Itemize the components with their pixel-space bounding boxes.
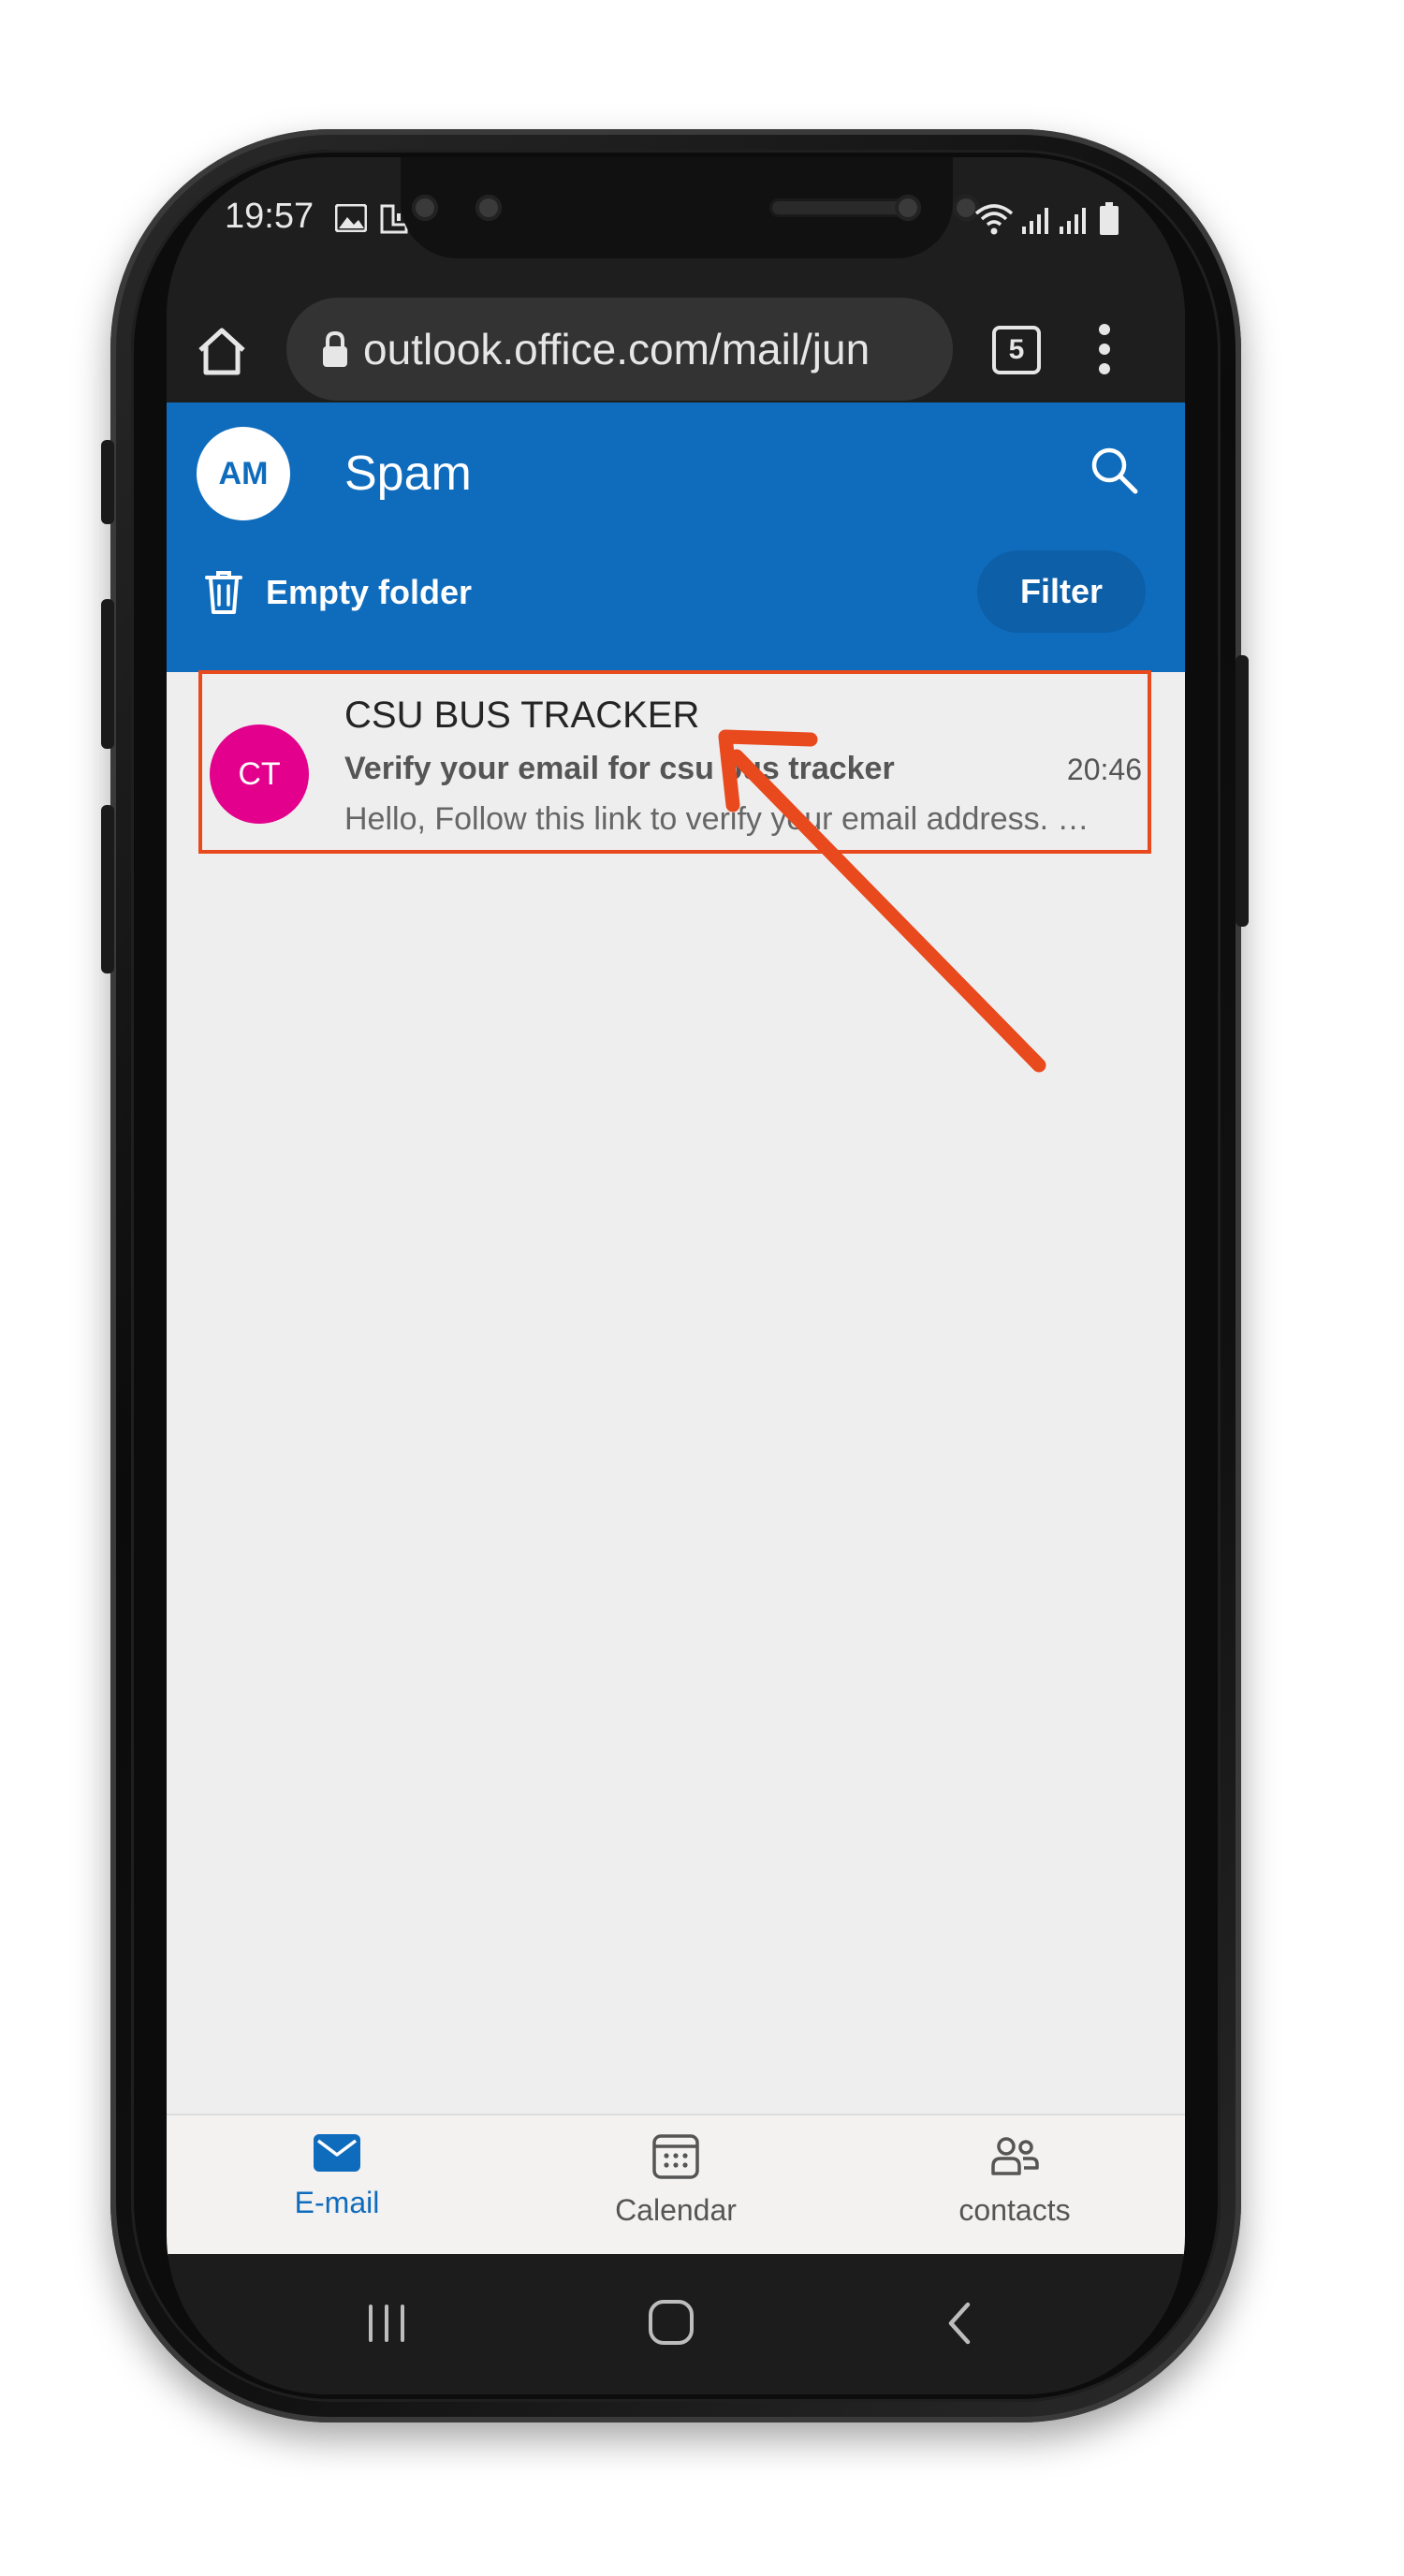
mail-icon: [314, 2134, 360, 2172]
message-sender: CSU BUS TRACKER: [344, 695, 700, 736]
signal-1-icon: [1022, 208, 1048, 234]
system-navigation-bar: [167, 2254, 1185, 2394]
phone-side-button: [101, 440, 114, 524]
message-time: 20:46: [1066, 753, 1142, 786]
battery-icon: [1100, 202, 1119, 235]
empty-folder-label: Empty folder: [266, 573, 473, 611]
calendar-icon: [652, 2134, 699, 2179]
recent-apps-icon[interactable]: [365, 2303, 408, 2344]
nav-label-calendar: Calendar: [615, 2193, 737, 2227]
camera-notch: [401, 157, 979, 258]
status-bar: 19:57: [167, 157, 1185, 277]
phone-volume-up: [101, 599, 114, 749]
mail-header: AM Spam Empty folder Filter: [167, 402, 1185, 672]
nav-tab-email[interactable]: E-mail: [225, 2132, 449, 2220]
nav-tab-calendar[interactable]: Calendar: [563, 2132, 788, 2228]
url-text: outlook.office.com/mail/jun: [363, 325, 870, 373]
signal-2-icon: [1060, 208, 1086, 234]
bottom-nav: E-mail Calendar contacts: [167, 2114, 1185, 2256]
message-item[interactable]: CT CSU BUS TRACKER Verify your email for…: [200, 685, 1155, 869]
address-bar[interactable]: outlook.office.com/mail/jun: [286, 298, 953, 401]
gallery-notification-icon: [335, 204, 367, 232]
account-avatar[interactable]: AM: [197, 427, 290, 520]
sensor-dot: [412, 195, 438, 221]
lock-icon: [323, 330, 347, 367]
contacts-icon: [991, 2137, 1039, 2175]
message-preview: Hello, Follow this link to verify your e…: [344, 801, 1090, 837]
empty-folder-button[interactable]: Empty folder: [204, 569, 472, 616]
message-subject: Verify your email for csu bus tracker: [344, 751, 895, 786]
home-icon[interactable]: [195, 326, 249, 376]
folder-title: Spam: [344, 446, 472, 501]
phone-screen: 19:57 outlook.office.com/mail/jun 5 AM S…: [167, 157, 1185, 2394]
earpiece-speaker: [769, 198, 910, 217]
nav-label-email: E-mail: [294, 2186, 380, 2219]
nav-tab-contacts[interactable]: contacts: [902, 2132, 1127, 2228]
filter-button[interactable]: Filter: [977, 550, 1146, 633]
message-list: CT CSU BUS TRACKER Verify your email for…: [167, 672, 1185, 2114]
tab-switcher-button[interactable]: 5: [992, 326, 1041, 374]
front-camera: [475, 195, 502, 221]
phone-volume-down: [101, 805, 114, 973]
sensor-dot-3: [895, 195, 921, 221]
home-button-icon[interactable]: [648, 2299, 695, 2346]
sender-avatar: CT: [210, 724, 309, 824]
more-options-icon[interactable]: [1097, 322, 1112, 376]
nav-label-contacts: contacts: [958, 2193, 1071, 2227]
wifi-icon: [974, 204, 1014, 235]
trash-icon: [205, 571, 242, 614]
back-icon[interactable]: [945, 2301, 973, 2346]
search-icon[interactable]: [1088, 444, 1140, 496]
status-time: 19:57: [225, 197, 314, 236]
phone-power-button: [1236, 655, 1249, 927]
